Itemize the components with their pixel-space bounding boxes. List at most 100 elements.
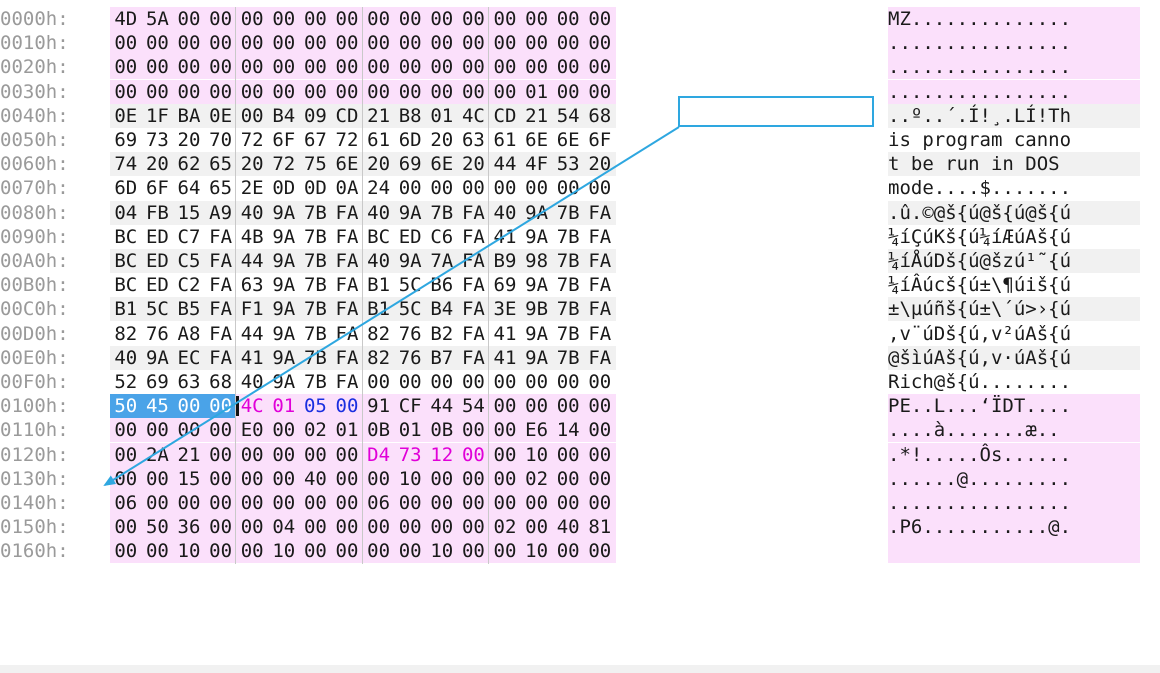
hex-byte[interactable]: 01 xyxy=(426,103,458,128)
hex-byte[interactable]: 9B xyxy=(520,297,553,322)
hex-byte[interactable]: 44 xyxy=(426,394,458,419)
hex-byte[interactable]: 00 xyxy=(457,442,490,467)
hex-byte[interactable]: 00 xyxy=(299,442,332,467)
hex-byte[interactable]: 9A xyxy=(394,200,426,225)
hex-byte[interactable]: 7B xyxy=(299,345,332,370)
hex-byte[interactable]: 9A xyxy=(520,321,553,346)
hex-byte[interactable]: 00 xyxy=(552,539,584,564)
hex-byte[interactable]: 9A xyxy=(520,345,553,370)
hex-byte[interactable]: 00 xyxy=(236,79,268,104)
hex-byte[interactable]: 00 xyxy=(204,466,237,491)
hex-byte[interactable]: 10 xyxy=(268,539,300,564)
hex-byte[interactable]: 02 xyxy=(520,466,553,491)
hex-byte[interactable]: 73 xyxy=(394,442,426,467)
hex-byte[interactable]: 00 xyxy=(173,31,205,56)
hex-byte[interactable]: 69 xyxy=(489,273,521,298)
hex-byte[interactable]: 00 xyxy=(299,55,332,80)
hex-byte[interactable]: 7B xyxy=(299,200,332,225)
hex-byte[interactable]: 00 xyxy=(110,31,142,56)
hex-byte[interactable]: 00 xyxy=(584,55,616,80)
hex-byte[interactable]: 00 xyxy=(520,176,553,201)
hex-byte[interactable]: 00 xyxy=(362,539,395,564)
hex-byte[interactable]: FA xyxy=(204,249,237,273)
ascii-column[interactable]: ................ xyxy=(888,31,1140,56)
hex-byte[interactable]: FA xyxy=(584,345,616,370)
hex-byte[interactable]: 00 xyxy=(489,7,521,31)
hex-byte[interactable]: C7 xyxy=(173,224,205,249)
hex-byte[interactable]: 10 xyxy=(173,539,205,564)
hex-byte[interactable]: 69 xyxy=(110,128,142,152)
hex-byte[interactable]: 02 xyxy=(299,418,332,443)
hex-byte[interactable]: CD xyxy=(331,103,363,128)
hex-byte[interactable]: 00 xyxy=(331,466,363,491)
hex-byte[interactable]: BC xyxy=(110,224,142,249)
hex-byte[interactable]: 00 xyxy=(362,79,395,104)
hex-byte[interactable]: 44 xyxy=(236,321,268,346)
hex-byte[interactable]: 00 xyxy=(552,176,584,201)
hex-byte[interactable]: 68 xyxy=(204,370,237,394)
hex-byte[interactable]: 00 xyxy=(552,79,584,104)
hex-byte[interactable]: 20 xyxy=(173,128,205,152)
hex-byte[interactable]: 10 xyxy=(520,539,553,564)
hex-byte[interactable]: 21 xyxy=(173,442,205,467)
hex-byte[interactable]: FA xyxy=(457,249,490,273)
hex-byte[interactable]: FA xyxy=(331,249,363,273)
hex-byte[interactable]: 0E xyxy=(110,103,142,128)
hex-byte[interactable]: 40 xyxy=(362,249,395,273)
hex-byte[interactable]: 15 xyxy=(173,466,205,491)
hex-byte[interactable]: 00 xyxy=(173,55,205,80)
ascii-column[interactable]: ......@......... xyxy=(888,466,1140,491)
hex-byte[interactable]: 00 xyxy=(299,539,332,564)
hex-byte[interactable]: 6E xyxy=(552,128,584,152)
hex-byte[interactable]: F1 xyxy=(236,297,268,322)
hex-byte[interactable]: 00 xyxy=(457,466,490,491)
hex-byte[interactable]: 00 xyxy=(110,55,142,80)
hex-byte[interactable]: B1 xyxy=(362,273,395,298)
hex-byte[interactable]: 45 xyxy=(141,394,174,419)
hex-byte[interactable]: 00 xyxy=(489,370,521,394)
hex-byte[interactable]: 2A xyxy=(141,442,174,467)
hex-byte[interactable]: 00 xyxy=(520,31,553,56)
hex-byte[interactable]: 50 xyxy=(141,515,174,540)
hex-byte[interactable]: 00 xyxy=(457,7,490,31)
hex-byte[interactable]: FA xyxy=(331,345,363,370)
hex-byte[interactable]: 52 xyxy=(110,370,142,394)
hex-byte[interactable]: E6 xyxy=(520,418,553,443)
hex-byte[interactable]: 02 xyxy=(489,515,521,540)
hex-byte[interactable]: 00 xyxy=(268,31,300,56)
hex-byte[interactable]: 00 xyxy=(110,418,142,443)
hex-byte[interactable]: 20 xyxy=(426,128,458,152)
hex-byte[interactable]: ED xyxy=(141,249,174,273)
hex-byte[interactable]: 9A xyxy=(520,273,553,298)
hex-byte[interactable]: 01 xyxy=(268,394,300,419)
hex-byte[interactable]: FA xyxy=(204,345,237,370)
hex-byte[interactable]: 00 xyxy=(584,491,616,515)
hex-byte[interactable]: 20 xyxy=(584,152,616,177)
hex-byte[interactable]: 4D xyxy=(110,7,142,31)
hex-byte[interactable]: 72 xyxy=(236,128,268,152)
hex-byte[interactable]: 00 xyxy=(331,55,363,80)
ascii-column[interactable]: .*!.....Ôs...... xyxy=(888,442,1140,467)
hex-byte[interactable]: 00 xyxy=(520,394,553,419)
hex-byte[interactable]: 00 xyxy=(520,55,553,80)
ascii-column[interactable]: ................ xyxy=(888,55,1140,80)
hex-byte[interactable]: 9A xyxy=(520,200,553,225)
hex-byte[interactable]: 5A xyxy=(141,7,174,31)
hex-byte[interactable]: 00 xyxy=(457,515,490,540)
ascii-column[interactable]: .û.©@š{ú@š{ú@š{ú xyxy=(888,200,1140,225)
hex-byte[interactable]: 0A xyxy=(331,176,363,201)
hex-byte[interactable]: 20 xyxy=(141,152,174,177)
hex-byte[interactable]: 9A xyxy=(268,224,300,249)
hex-byte[interactable]: 0E xyxy=(204,103,237,128)
hex-byte[interactable]: FB xyxy=(141,200,174,225)
hex-byte[interactable]: 6D xyxy=(110,176,142,201)
hex-byte[interactable]: 00 xyxy=(299,79,332,104)
hex-byte[interactable]: 7B xyxy=(552,224,584,249)
hex-byte[interactable]: 64 xyxy=(173,176,205,201)
ascii-column[interactable]: ¼íÂúcš{ú±\¶úiš{ú xyxy=(888,273,1140,298)
hex-byte[interactable]: 41 xyxy=(236,345,268,370)
hex-byte[interactable]: 00 xyxy=(331,539,363,564)
hex-byte[interactable]: 00 xyxy=(489,442,521,467)
hex-byte[interactable]: C6 xyxy=(426,224,458,249)
hex-byte[interactable]: 00 xyxy=(141,491,174,515)
